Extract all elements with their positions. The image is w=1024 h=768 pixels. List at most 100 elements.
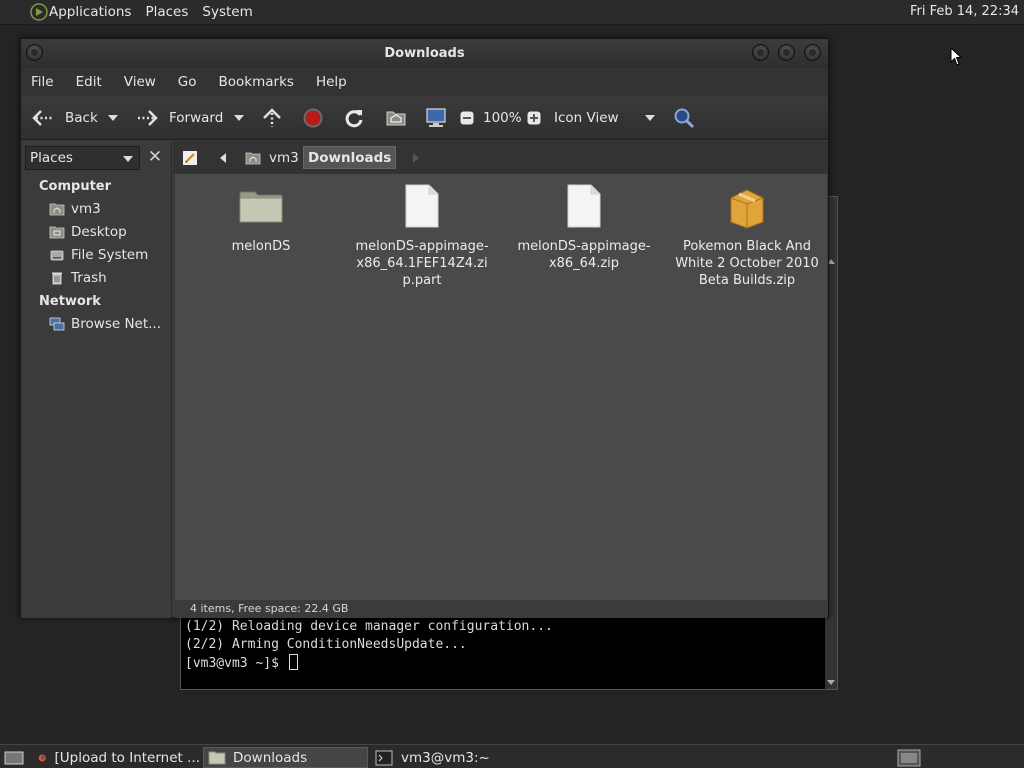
sidebar-item-vm3[interactable]: vm3 xyxy=(49,198,101,220)
workspace-icon xyxy=(897,749,921,766)
file-item[interactable]: melonDS-appimage-x86_64.zip xyxy=(509,182,659,272)
menu-view[interactable]: View xyxy=(112,74,166,90)
document-icon xyxy=(405,184,439,228)
path-scroll-right-button[interactable] xyxy=(409,146,423,169)
places-selector-label: Places xyxy=(30,150,73,166)
stop-button[interactable] xyxy=(303,96,323,140)
zoom-in-icon xyxy=(527,111,541,125)
trash-icon xyxy=(52,272,62,285)
sidebar-item-label: Browse Net... xyxy=(71,316,162,332)
archive-box-icon xyxy=(730,189,764,229)
file-manager-window[interactable]: Downloads File Edit View Go Bookmarks He… xyxy=(20,38,829,618)
view-mode-select[interactable]: Icon View xyxy=(554,96,659,140)
terminal-line: (1/2) Reloading device manager configura… xyxy=(185,619,553,634)
back-history-dropdown[interactable] xyxy=(108,96,118,140)
computer-button[interactable] xyxy=(425,96,447,140)
chevron-down-icon xyxy=(108,115,118,121)
home-folder-icon xyxy=(386,111,406,126)
sidebar-item-label: Desktop xyxy=(71,224,127,240)
forward-button[interactable]: Forward xyxy=(135,96,223,140)
chevron-down-icon xyxy=(645,115,655,121)
menu-file[interactable]: File xyxy=(21,74,64,90)
sidebar-item-label: File System xyxy=(71,247,149,263)
zoom-level[interactable]: 100% xyxy=(483,96,522,140)
zoom-out-icon xyxy=(460,111,474,125)
workspace-switcher[interactable] xyxy=(893,747,921,768)
forward-history-dropdown[interactable] xyxy=(234,96,244,140)
stop-icon xyxy=(303,108,323,128)
search-button[interactable] xyxy=(673,96,695,140)
file-name: melonDS xyxy=(231,239,291,254)
sidebar-heading-computer: Computer xyxy=(39,179,112,194)
path-scroll-left-button[interactable] xyxy=(213,146,233,169)
taskbar-item-downloads[interactable]: Downloads xyxy=(203,747,368,768)
file-item[interactable]: melonDS xyxy=(186,182,336,255)
up-button[interactable] xyxy=(261,96,283,140)
folder-icon xyxy=(208,751,226,764)
taskbar-item-terminal[interactable]: vm3@vm3:~ xyxy=(371,747,536,768)
menu-edit[interactable]: Edit xyxy=(64,74,112,90)
menu-bookmarks[interactable]: Bookmarks xyxy=(207,74,304,90)
sidebar: Places ✕ Computer vm3 Desktop File Syste… xyxy=(21,141,172,618)
zoom-in-button[interactable] xyxy=(527,96,541,140)
terminal-cursor xyxy=(288,654,298,670)
terminal-prompt: [vm3@vm3 ~]$ xyxy=(185,656,287,671)
edit-location-icon xyxy=(183,150,197,165)
home-button[interactable] xyxy=(385,96,407,140)
path-segment-label: Downloads xyxy=(308,149,392,166)
taskbar-item-label: Downloads xyxy=(233,749,308,766)
forward-arrow-icon xyxy=(138,110,158,126)
distro-logo-icon xyxy=(30,3,48,21)
file-icon-view[interactable]: melonDS melonDS-appimage-x86_64.1FEF14Z4… xyxy=(175,174,827,600)
home-folder-icon xyxy=(245,152,261,164)
file-item[interactable]: melonDS-appimage-x86_64.1FEF14Z4.zip.par… xyxy=(347,182,497,289)
path-segment-label: vm3 xyxy=(269,149,299,166)
places-label: Places xyxy=(145,4,189,20)
show-desktop-button[interactable] xyxy=(0,747,26,768)
zoom-out-button[interactable] xyxy=(460,96,474,140)
back-button[interactable]: Back xyxy=(31,96,98,140)
terminal-output: (1/2) Reloading device manager configura… xyxy=(185,618,553,673)
taskbar-item-label: [Upload to Internet ... xyxy=(54,749,200,766)
clock[interactable]: Fri Feb 14, 22:34 xyxy=(910,0,1019,25)
maximize-button[interactable] xyxy=(778,44,795,61)
close-sidebar-icon[interactable]: ✕ xyxy=(143,146,167,170)
minimize-button[interactable] xyxy=(752,44,769,61)
status-bar: 4 items, Free space: 22.4 GB xyxy=(175,600,827,618)
reload-button[interactable] xyxy=(343,96,365,140)
menu-help[interactable]: Help xyxy=(304,74,357,90)
location-toggle-button[interactable] xyxy=(179,146,201,169)
computer-icon xyxy=(426,108,446,127)
places-menu[interactable]: Places xyxy=(138,0,195,25)
bottom-panel: [Upload to Internet ... Downloads vm3@vm… xyxy=(0,744,1024,768)
window-titlebar[interactable]: Downloads xyxy=(21,39,828,68)
system-menu[interactable]: System xyxy=(195,0,259,25)
forward-label: Forward xyxy=(169,110,224,126)
taskbar-item-browser[interactable]: [Upload to Internet ... xyxy=(34,747,200,768)
sidebar-item-browse-network[interactable]: Browse Net... xyxy=(49,313,161,335)
toolbar: Back Forward 100% Icon View xyxy=(21,96,828,140)
sidebar-item-trash[interactable]: Trash xyxy=(49,267,107,289)
show-desktop-icon xyxy=(4,751,24,764)
sidebar-item-file-system[interactable]: File System xyxy=(49,244,148,266)
sidebar-item-label: vm3 xyxy=(71,201,101,217)
sidebar-heading-network: Network xyxy=(39,294,101,309)
file-item[interactable]: Pokemon Black And White 2 October 2010 B… xyxy=(672,182,822,289)
menu-bar: File Edit View Go Bookmarks Help xyxy=(21,68,828,96)
menu-go[interactable]: Go xyxy=(166,74,207,90)
places-selector[interactable]: Places xyxy=(25,146,140,170)
path-segment-home[interactable]: vm3 xyxy=(241,146,303,169)
path-segment-current[interactable]: Downloads xyxy=(303,146,397,169)
folder-icon xyxy=(239,191,283,223)
applications-menu[interactable]: Applications xyxy=(0,0,138,25)
scroll-down-icon[interactable] xyxy=(827,680,835,685)
home-folder-icon xyxy=(49,203,65,216)
firefox-icon xyxy=(38,753,46,762)
chevron-down-icon xyxy=(123,156,133,162)
document-icon xyxy=(567,184,601,228)
close-button[interactable] xyxy=(804,44,821,61)
sidebar-item-desktop[interactable]: Desktop xyxy=(49,221,127,243)
drive-icon xyxy=(50,250,64,261)
file-name: melonDS-appimage-x86_64.zip xyxy=(517,239,651,271)
path-bar: vm3 Downloads xyxy=(173,141,828,174)
